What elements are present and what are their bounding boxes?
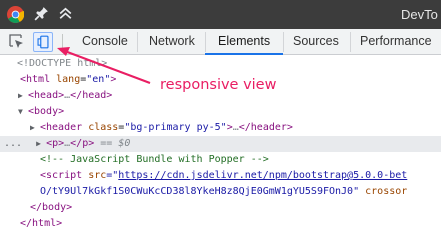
script-line[interactable]: <script src="https://cdn.jsdelivr.net/np… — [40, 168, 407, 184]
tab-performance[interactable]: Performance — [360, 29, 432, 55]
body-tag: <body> — [28, 106, 65, 117]
tab-divider — [283, 32, 284, 52]
header-line[interactable]: ▶ <header class="bg-primary py-5">…</head… — [30, 120, 293, 136]
device-toolbar-icon[interactable] — [33, 32, 53, 52]
body-close-tag: </body> — [30, 202, 73, 213]
inspect-element-icon[interactable] — [7, 32, 27, 52]
crossorigin-attr: crossor — [365, 186, 408, 197]
p-tag: <p> — [46, 138, 65, 149]
head-close-tag: </head> — [70, 90, 113, 101]
devtools-tab-strip: Console Network Elements Sources Perform… — [0, 29, 441, 55]
script-continuation-line[interactable]: O/tY9Ul7kGkf1S0CWuKcCD38l8YkeH8z8QjE0GmW… — [40, 184, 407, 200]
expand-triangle-icon[interactable]: ▶ — [36, 136, 46, 152]
console-ref-eq: == — [100, 138, 113, 149]
body-close-line[interactable]: </body> — [30, 200, 72, 216]
class-attr: class — [88, 122, 119, 133]
p-line-selected[interactable]: ... ▶ <p>…</p> == $0 — [4, 136, 130, 152]
src-eq: =" — [106, 170, 119, 181]
tab-console[interactable]: Console — [82, 29, 128, 55]
tab-sources[interactable]: Sources — [293, 29, 339, 55]
header-close-tag: </header> — [238, 122, 293, 133]
class-value: "bg-primary py-5" — [124, 122, 227, 133]
annotation-label: responsive view — [160, 77, 277, 93]
head-tag: <head> — [28, 90, 65, 101]
chevron-up-double-icon[interactable] — [57, 5, 74, 22]
row-menu-dots[interactable]: ... — [4, 138, 22, 149]
active-tab-indicator — [205, 53, 283, 55]
doctype-line[interactable]: <!DOCTYPE html> — [17, 56, 107, 72]
title-bar: DevTo — [0, 0, 441, 29]
doctype: <!DOCTYPE html> — [17, 58, 108, 69]
src-attr: src — [88, 170, 107, 181]
collapse-triangle-icon[interactable]: ▼ — [18, 104, 28, 120]
html-close-line[interactable]: </html> — [20, 216, 62, 232]
expand-triangle-icon[interactable]: ▶ — [18, 88, 28, 104]
html-tag: <html — [20, 74, 51, 85]
html-close-tag: </html> — [20, 218, 63, 229]
lang-attr: lang — [56, 74, 81, 85]
html-tag-close: > — [110, 74, 117, 85]
toolbar-divider — [62, 34, 63, 50]
console-ref: $0 — [118, 138, 131, 149]
html-comment: <!-- JavaScript Bundle with Popper --> — [40, 154, 269, 165]
window-title: DevTo — [401, 7, 438, 22]
head-line[interactable]: ▶ <head>…</head> — [18, 88, 112, 104]
lang-value: "en" — [86, 74, 111, 85]
value-quote: " — [353, 186, 360, 197]
header-tag: <header — [40, 122, 83, 133]
chrome-icon — [7, 6, 24, 23]
integrity-value: O/tY9Ul7kGkf1S0CWuKcCD38l8YkeH8z8QjE0GmW… — [40, 186, 354, 197]
tab-network[interactable]: Network — [149, 29, 195, 55]
tab-divider — [205, 32, 206, 52]
expand-triangle-icon[interactable]: ▶ — [30, 120, 40, 136]
tab-elements[interactable]: Elements — [218, 29, 270, 55]
body-open-line[interactable]: ▼ <body> — [18, 104, 64, 120]
script-tag: <script — [40, 170, 83, 181]
html-open-line[interactable]: <html lang="en"> — [20, 72, 116, 88]
script-src-link[interactable]: https://cdn.jsdelivr.net/npm/bootstrap@5… — [118, 170, 407, 181]
p-close-tag: </p> — [70, 138, 95, 149]
tab-divider — [350, 32, 351, 52]
pin-icon[interactable] — [33, 5, 50, 22]
tab-divider — [137, 32, 138, 52]
comment-line[interactable]: <!-- JavaScript Bundle with Popper --> — [40, 152, 269, 168]
